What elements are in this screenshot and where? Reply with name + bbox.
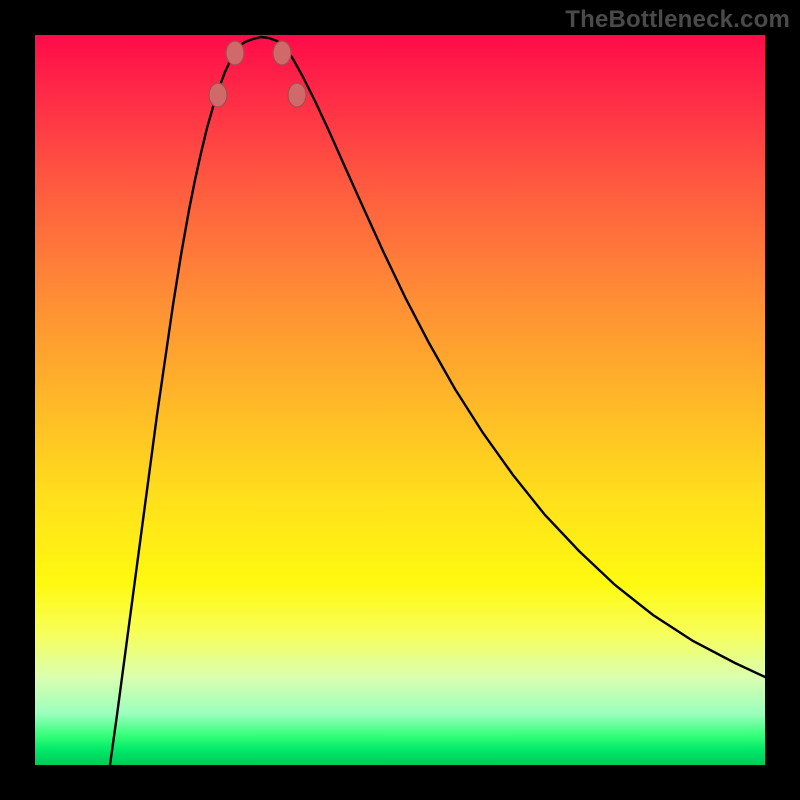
plot-area [35, 35, 765, 765]
right-upper-dot [288, 83, 306, 107]
bottleneck-curve [110, 37, 765, 765]
chart-frame: TheBottleneck.com [0, 0, 800, 800]
left-lower-dot [226, 41, 244, 65]
left-upper-dot [209, 83, 227, 107]
curve-layer [35, 35, 765, 765]
watermark-text: TheBottleneck.com [565, 6, 790, 34]
right-lower-dot [273, 41, 291, 65]
